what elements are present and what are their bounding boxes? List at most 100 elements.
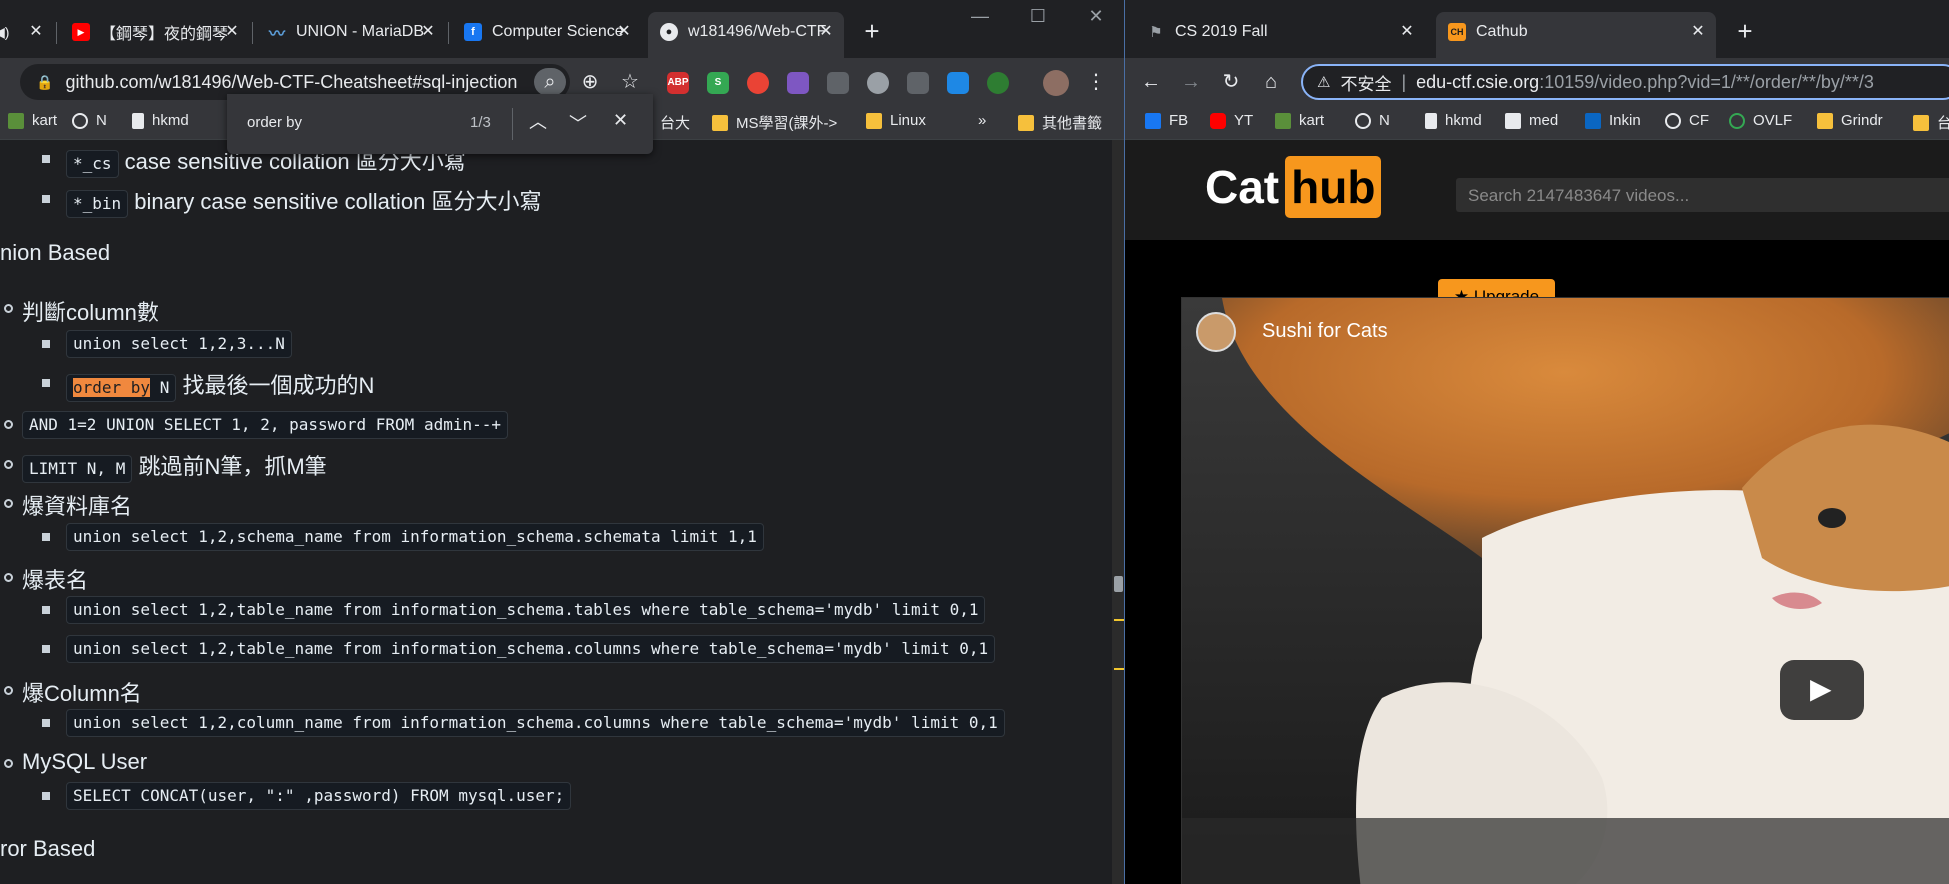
find-close-icon[interactable]: ✕ (613, 110, 628, 131)
bookmark-inkin[interactable]: Inkin (1585, 112, 1641, 129)
avatar[interactable] (1043, 70, 1069, 96)
list-item: MySQL User (22, 749, 148, 774)
bookmark-kart[interactable]: kart (8, 112, 57, 129)
maximize-button[interactable]: ☐ (1018, 6, 1058, 27)
bookmark-ms-learning[interactable]: MS學習(課外-> (712, 112, 837, 133)
diamond-extension-icon[interactable] (787, 72, 809, 94)
close-icon[interactable]: ✕ (1688, 22, 1708, 42)
page-icon (132, 112, 144, 129)
close-icon[interactable]: ✕ (26, 22, 46, 42)
youtube-icon (1210, 112, 1226, 129)
video-title[interactable]: Sushi for Cats (1262, 320, 1388, 343)
back-icon[interactable]: ← (1137, 68, 1165, 96)
list-item: union select 1,2,column_name from inform… (66, 708, 1005, 737)
find-bar: order by 1/3 ︿ ﹀ ✕ (227, 94, 653, 154)
window-close-button[interactable]: ✕ (1076, 6, 1116, 27)
menu-dots-icon[interactable]: ⋮ (1082, 68, 1110, 96)
kart-icon (8, 112, 24, 129)
scrollbar-thumb[interactable] (1114, 576, 1123, 592)
github-icon: ● (660, 23, 678, 41)
zoom-icon[interactable]: ⊕ (576, 68, 604, 96)
minimize-button[interactable]: — (960, 6, 1000, 27)
ticket-extension-icon[interactable] (827, 72, 849, 94)
forward-icon[interactable]: → (1177, 68, 1205, 96)
find-in-page-icon[interactable]: ⌕ (534, 68, 566, 96)
bookmark-hkmd[interactable]: hkmd (1425, 112, 1482, 129)
reload-icon[interactable]: ↻ (1217, 68, 1245, 96)
glasses-extension-icon[interactable] (907, 72, 929, 94)
bookmark-other[interactable]: 其他書籤 (1018, 112, 1102, 133)
bookmark-med[interactable]: med (1505, 112, 1558, 129)
right-bookmarks-bar: FB YT kart N hkmd med Inkin CF OVLF Grin… (1125, 104, 1949, 140)
cathub-icon: CH (1448, 23, 1466, 41)
tab-youtube-piano[interactable]: ▶ 【鋼琴】夜的鋼琴 ✕ (60, 12, 250, 52)
address-bar[interactable]: ⚠ 不安全 | edu-ctf.csie.org:10159/video.php… (1301, 64, 1949, 100)
find-prev-icon[interactable]: ︿ (529, 108, 547, 134)
list-item: order by N 找最後一個成功的N (66, 368, 374, 402)
list-item: AND 1=2 UNION SELECT 1, 2, password FROM… (22, 410, 509, 439)
bookmark-yt[interactable]: YT (1210, 112, 1253, 129)
new-tab-button[interactable]: + (1731, 18, 1759, 46)
play-button[interactable]: ▶ (1780, 660, 1864, 720)
bookmark-cf[interactable]: CF (1665, 112, 1709, 129)
close-icon[interactable]: ✕ (418, 22, 438, 42)
bookmark-overflow[interactable]: » (978, 112, 986, 129)
leaf-extension-icon[interactable] (987, 72, 1009, 94)
find-input[interactable]: order by (247, 114, 302, 131)
mariadb-icon: 〰 (268, 26, 285, 43)
find-next-icon[interactable]: ﹀ (569, 110, 587, 136)
cloud-extension-icon[interactable] (947, 72, 969, 94)
bookmark-hkmd[interactable]: hkmd (132, 112, 189, 129)
adblock-plus-icon[interactable]: ABP (667, 72, 689, 94)
bookmark-n[interactable]: N (1355, 112, 1390, 129)
ovlf-icon (1729, 112, 1745, 129)
close-icon[interactable]: ✕ (1397, 22, 1417, 42)
globe-icon (1355, 112, 1371, 129)
cathub-logo[interactable]: Cat hub (1205, 156, 1382, 218)
close-icon[interactable]: ✕ (222, 22, 242, 42)
bookmark-fb[interactable]: FB (1145, 112, 1188, 129)
close-icon[interactable]: ✕ (614, 22, 634, 42)
page-icon (1425, 112, 1437, 129)
facebook-icon (1145, 112, 1161, 129)
channel-avatar[interactable] (1196, 312, 1236, 352)
bookmark-ovlf[interactable]: OVLF (1729, 112, 1792, 129)
bookmark-star-icon[interactable]: ☆ (616, 68, 644, 96)
s-extension-icon[interactable]: S (707, 72, 729, 94)
list-item: union select 1,2,table_name from informa… (66, 634, 996, 663)
close-icon[interactable]: ✕ (816, 22, 836, 42)
eyes-extension-icon[interactable] (747, 72, 769, 94)
tab-cathub[interactable]: CH Cathub ✕ (1436, 12, 1716, 64)
facebook-icon: f (464, 23, 482, 41)
find-highlight: order by (73, 378, 151, 397)
folder-icon (866, 112, 882, 129)
tab-speaker[interactable]: ◀) ✕ (0, 12, 50, 52)
flag-icon: ⚑ (1149, 24, 1163, 41)
video-player[interactable]: Sushi for Cats ▶ (1181, 297, 1949, 884)
bookmark-ntu[interactable]: 台大 (660, 112, 690, 133)
page-scrollbar[interactable] (1112, 140, 1124, 884)
right-browser-window: ⚑ CS 2019 Fall ✕ CH Cathub ✕ + ← → ↻ ⌂ ⚠… (1124, 0, 1949, 884)
bookmark-kart[interactable]: kart (1275, 112, 1324, 129)
list-item: *_bin binary case sensitive collation 區分… (66, 184, 541, 218)
home-icon[interactable]: ⌂ (1257, 68, 1285, 96)
bookmark-more[interactable]: 台 (1913, 112, 1949, 133)
left-browser-window: ◀) ✕ ▶ 【鋼琴】夜的鋼琴 ✕ 〰 UNION - MariaDB ✕ f … (0, 0, 1124, 884)
list-item: 爆表名 (22, 568, 89, 593)
right-tab-strip: ⚑ CS 2019 Fall ✕ CH Cathub ✕ + (1125, 0, 1949, 64)
tab-mariadb[interactable]: 〰 UNION - MariaDB ✕ (256, 12, 446, 52)
search-input[interactable]: Search 2147483647 videos... (1456, 178, 1949, 212)
tab-computer-science[interactable]: f Computer Science ✕ (452, 12, 642, 52)
bookmark-linux[interactable]: Linux (866, 112, 926, 129)
warning-icon: ⚠ (1317, 74, 1331, 91)
youtube-icon: ▶ (72, 23, 90, 41)
tab-cs-2019-fall[interactable]: ⚑ CS 2019 Fall ✕ (1135, 12, 1425, 52)
list-item: union select 1,2,schema_name from inform… (66, 522, 764, 551)
globe-icon (1665, 112, 1681, 129)
bookmark-n[interactable]: N (72, 112, 107, 129)
chat-extension-icon[interactable] (867, 72, 889, 94)
new-tab-button[interactable]: + (858, 18, 886, 46)
tab-web-ctf-cheatsheet[interactable]: ● w181496/Web-CTF ✕ (648, 12, 844, 64)
bookmark-grindr[interactable]: Grindr (1817, 112, 1883, 129)
list-item: 爆資料庫名 (22, 494, 133, 519)
